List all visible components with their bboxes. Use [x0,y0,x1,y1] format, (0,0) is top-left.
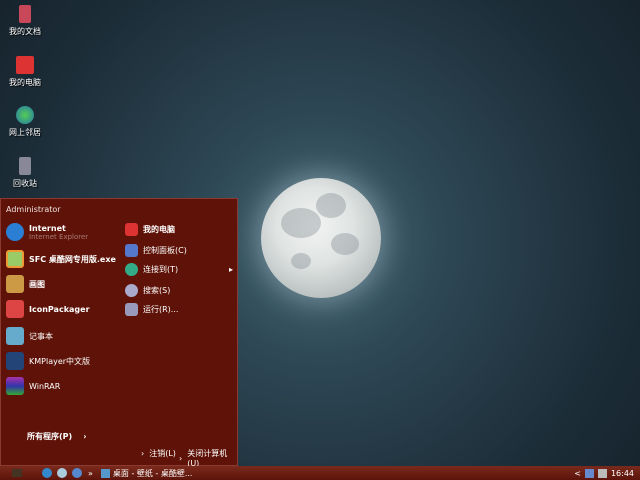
system-tray: < 16:44 [574,468,640,478]
label: 注销(L) [149,449,176,458]
label: 画图 [29,279,45,289]
taskbar-window-button[interactable]: 桌面 - 壁纸 - 桌酷壁... [100,468,193,479]
label: 回收站 [13,179,37,188]
computer-icon [125,223,138,236]
menu-item-search[interactable]: 搜索(S) [125,284,170,297]
logoff-button[interactable]: › 注销(L) [141,448,176,459]
quicklaunch-media-icon[interactable] [72,468,82,478]
label: 控制面板(C) [143,246,187,255]
label: 我的电脑 [9,78,41,87]
menu-item-my-computer[interactable]: 我的电脑 [125,223,175,236]
paint-icon [6,275,24,293]
control-panel-icon [125,244,138,257]
label: SFC 桌酷网专用版.exe [29,254,116,264]
label: 我的文档 [9,27,41,36]
menu-item-internet[interactable]: Internet Internet Explorer [6,223,88,241]
label: 所有程序(P) [27,432,73,441]
menu-item-sfc[interactable]: SFC 桌酷网专用版.exe [6,250,116,268]
documents-icon [19,5,31,23]
menu-item-winrar[interactable]: WinRAR [6,377,60,395]
network-icon [16,106,34,124]
quicklaunch-overflow[interactable]: » [88,469,93,478]
quicklaunch-ie-icon[interactable] [42,468,52,478]
notepad-icon [6,327,24,345]
recycle-bin-icon [19,157,31,175]
kmplayer-icon [6,352,24,370]
window-icon [100,468,110,478]
search-icon [125,284,138,297]
menu-item-notepad[interactable]: 记事本 [6,327,53,345]
start-menu: Administrator Internet Internet Explorer … [0,198,238,468]
label: WinRAR [29,381,61,391]
connect-icon [125,263,138,276]
menu-item-connect-to[interactable]: 连接到(T) ▸ [125,263,233,276]
label: 桌面 - 壁纸 - 桌酷壁... [112,468,193,478]
label: IconPackager [29,304,90,314]
desktop-icon-documents[interactable]: 我的文档 [2,5,48,37]
tray-app-icon[interactable] [597,468,607,478]
computer-icon [16,56,34,74]
menu-item-run[interactable]: 运行(R)... [125,303,178,316]
winrar-icon [6,377,24,395]
sfc-icon [6,250,24,268]
ie-icon [6,223,24,241]
submenu-arrow-icon: ▸ [228,265,233,274]
taskbar: » 桌面 - 壁纸 - 桌酷壁... < 16:44 [0,466,640,480]
menu-item-control-panel[interactable]: 控制面板(C) [125,244,187,257]
label: 关闭计算机(U) [187,449,228,468]
iconpackager-icon [6,300,24,318]
desktop-icon-recycle-bin[interactable]: 回收站 [2,157,48,189]
menu-item-kmplayer[interactable]: KMPlayer中文版 [6,352,90,370]
label: KMPlayer中文版 [29,356,91,366]
menu-item-paint[interactable]: 画图 [6,275,45,293]
tray-expand-icon[interactable]: < [574,469,581,478]
quicklaunch-desktop-icon[interactable] [57,468,67,478]
arrow-icon: › [83,432,87,441]
moon-wallpaper [261,178,381,298]
sublabel: Internet Explorer [29,232,89,241]
desktop-icon-computer[interactable]: 我的电脑 [2,56,48,88]
start-button[interactable] [12,469,22,477]
all-programs-button[interactable]: 所有程序(P) › [27,431,86,442]
user-name: Administrator [6,205,61,214]
label: 记事本 [29,331,53,341]
label: 运行(R)... [143,305,179,314]
label: 网上邻居 [9,128,41,137]
shutdown-button[interactable]: › 关闭计算机(U) [179,448,237,468]
menu-item-iconpackager[interactable]: IconPackager [6,300,90,318]
label: 连接到(T) [143,265,179,274]
run-icon [125,303,138,316]
label: 搜索(S) [143,286,171,295]
label: Internet [29,223,66,233]
network-tray-icon[interactable] [584,468,594,478]
clock[interactable]: 16:44 [611,469,634,478]
desktop-icon-network[interactable]: 网上邻居 [2,106,48,138]
label: 我的电脑 [143,225,175,234]
